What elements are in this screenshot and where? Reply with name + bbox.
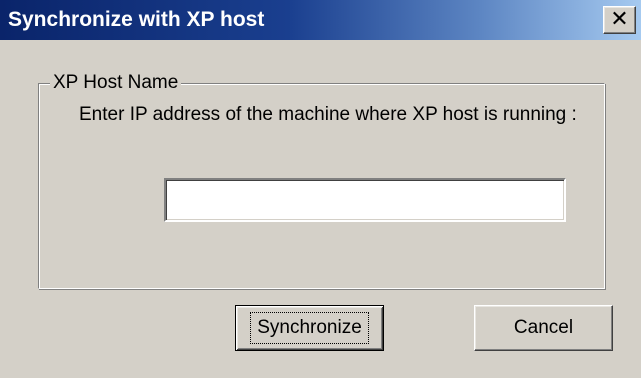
title-bar[interactable]: Synchronize with XP host ✕ [0,0,641,40]
cancel-button[interactable]: Cancel [474,305,613,351]
synchronize-dialog: Synchronize with XP host ✕ XP Host Name … [0,0,641,378]
cancel-button-label: Cancel [513,317,574,338]
ip-address-input[interactable] [164,178,566,222]
window-title: Synchronize with XP host [8,8,265,31]
ip-instruction-label: Enter IP address of the machine where XP… [79,104,577,125]
synchronize-button-label: Synchronize [250,312,369,344]
synchronize-button[interactable]: Synchronize [235,305,384,351]
groupbox-label: XP Host Name [50,71,182,95]
close-button[interactable]: ✕ [603,6,636,34]
close-icon: ✕ [610,7,629,32]
